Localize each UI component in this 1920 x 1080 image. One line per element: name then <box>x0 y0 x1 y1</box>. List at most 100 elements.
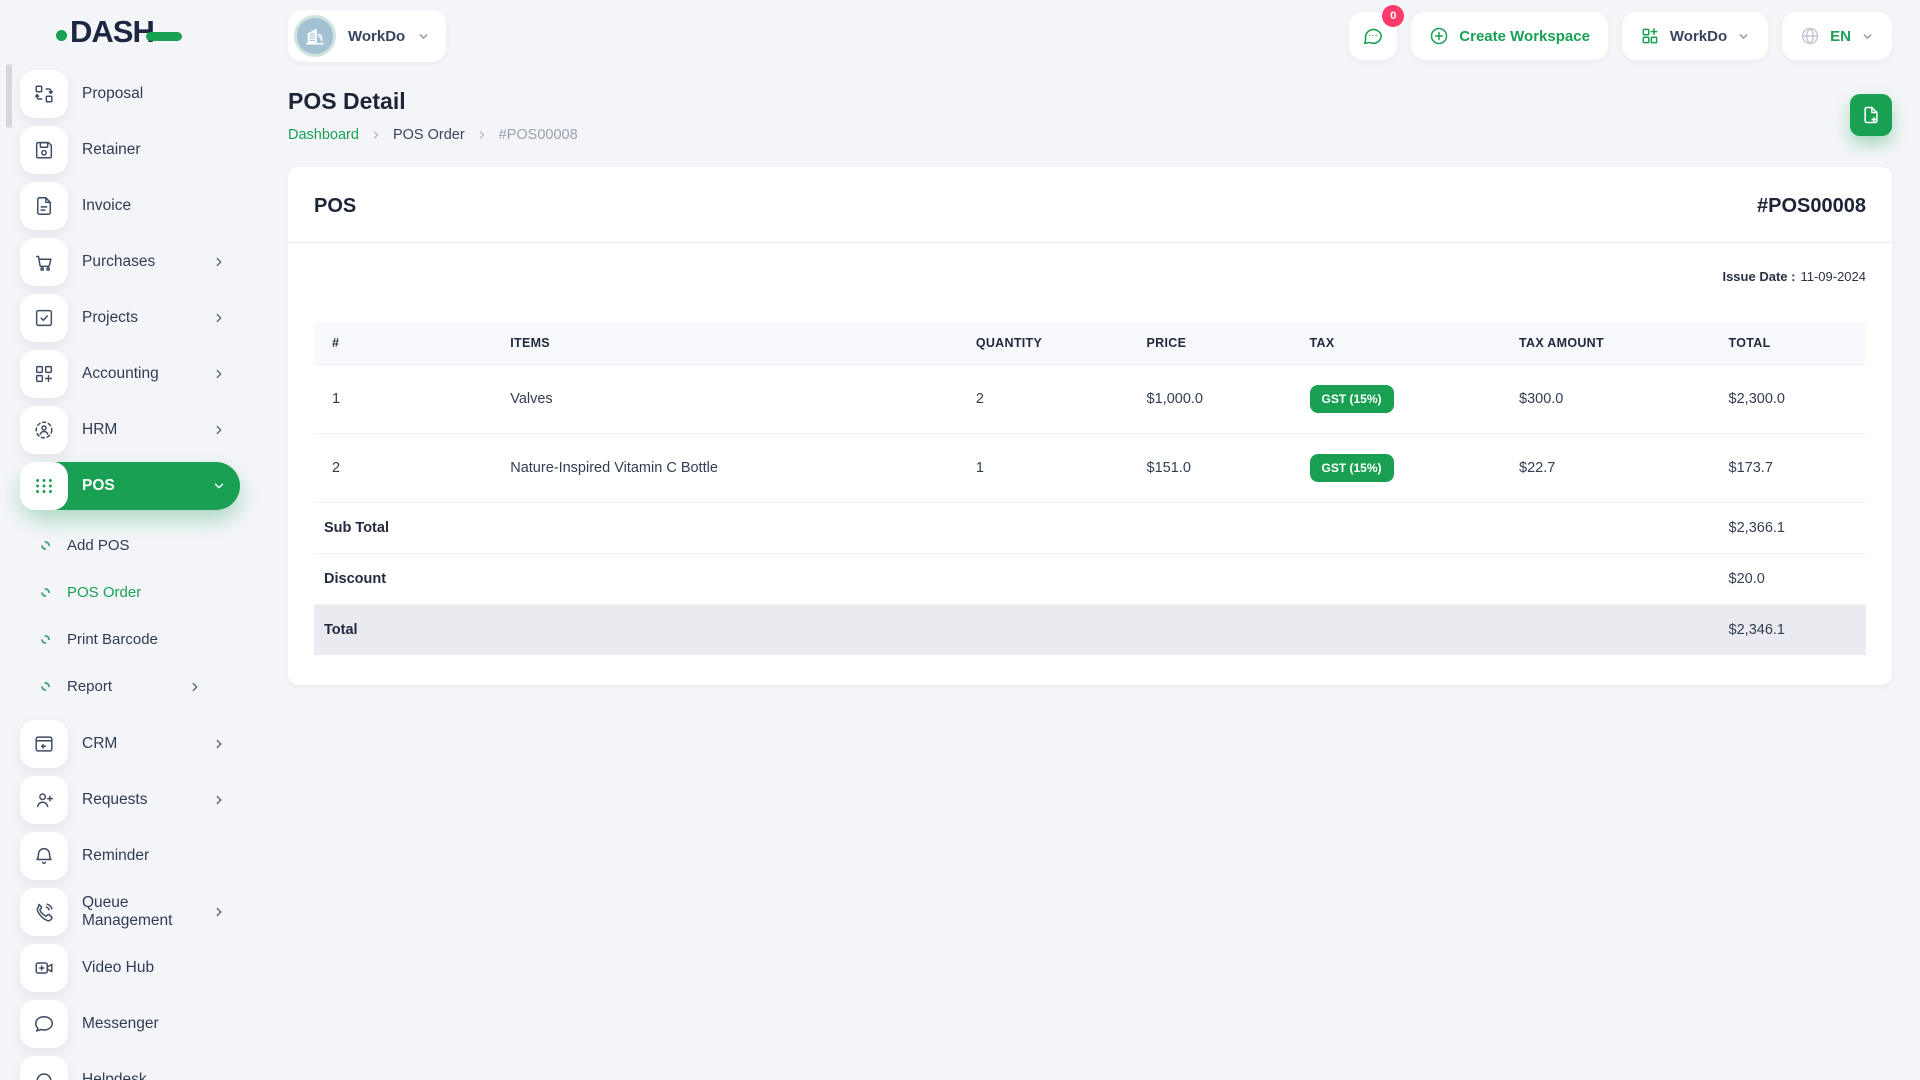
item-num: 2 <box>314 433 501 503</box>
sidebar-item-label: Purchases <box>82 253 156 270</box>
account-menu-button[interactable]: WorkDo <box>1621 12 1769 60</box>
sidebar-item-label: Messenger <box>82 1015 159 1032</box>
sidebar-item-purchases[interactable]: Purchases <box>20 238 240 286</box>
video-hub-icon <box>20 944 68 992</box>
sidebar-item-retainer[interactable]: Retainer <box>20 126 240 174</box>
item-price: $1,000.0 <box>1136 364 1300 434</box>
reminder-icon <box>20 832 68 880</box>
queue-management-icon <box>20 888 68 936</box>
sidebar: DASH Proposal Retainer Invoice Purchases Pro… <box>0 0 260 1080</box>
column-header-tax: TAX <box>1299 321 1510 365</box>
pos-icon <box>20 462 68 510</box>
sidebar-item-label: Invoice <box>82 197 132 214</box>
requests-icon <box>20 776 68 824</box>
workspace-name: WorkDo <box>348 27 406 45</box>
items-table: # ITEMS QUANTITY PRICE TAX TAX AMOUNT TOTAL 1V… <box>314 321 1866 655</box>
sidebar-subitem-pos-order[interactable]: POS Order <box>20 569 240 616</box>
item-total: $2,300.0 <box>1718 364 1866 434</box>
proposal-icon <box>20 70 68 118</box>
item-num: 1 <box>314 364 501 434</box>
sidebar-item-requests[interactable]: Requests <box>20 776 240 824</box>
chevron-right-icon <box>212 367 226 381</box>
sidebar-item-label: Requests <box>82 791 148 808</box>
breadcrumb-pos-order: POS Order <box>392 126 465 143</box>
sidebar-item-messenger[interactable]: Messenger <box>20 1000 240 1048</box>
create-document-button[interactable] <box>1850 94 1892 136</box>
sidebar-item-queue-management[interactable]: Queue Management <box>20 888 240 936</box>
pos-number: #POS00008 <box>1757 194 1866 217</box>
sidebar-item-video-hub[interactable]: Video Hub <box>20 944 240 992</box>
item-price: $151.0 <box>1136 433 1300 503</box>
item-tax-amount: $22.7 <box>1509 433 1719 503</box>
summary-row-total: Total $2,346.1 <box>314 604 1866 655</box>
breadcrumb: Dashboard POS Order #POS00008 <box>288 127 578 143</box>
sidebar-item-pos[interactable]: POS <box>20 462 240 510</box>
item-tax-amount: $300.0 <box>1509 364 1719 434</box>
chevron-right-icon <box>212 255 226 269</box>
items-table-head: # ITEMS QUANTITY PRICE TAX TAX AMOUNT TOTAL <box>314 321 1866 365</box>
sidebar-item-label: Queue Management <box>82 894 173 929</box>
item-name: Valves <box>500 364 966 434</box>
workspace-switcher[interactable]: WorkDo <box>288 10 447 62</box>
issue-date: Issue Date : 11-09-2024 <box>288 243 1892 284</box>
sidebar-item-label: Accounting <box>82 365 159 382</box>
issue-date-value: 11-09-2024 <box>1800 268 1866 284</box>
sidebar-subitem-label: Report <box>67 678 113 695</box>
sidebar-item-label: Helpdesk <box>82 1071 147 1080</box>
item-tax: GST (15%) <box>1299 433 1510 503</box>
create-workspace-button[interactable]: Create Workspace <box>1411 12 1608 60</box>
sidebar-item-reminder[interactable]: Reminder <box>20 832 240 880</box>
column-header-price: PRICE <box>1136 321 1300 365</box>
summary-value: $2,346.1 <box>1728 621 1785 638</box>
sidebar-subitem-add-pos[interactable]: Add POS <box>20 522 240 569</box>
sidebar-item-label: Projects <box>82 309 138 326</box>
items-table-body: 1 Valves 2 $1,000.0 GST (15%) $300.0 $2,300.0 2… <box>314 364 1866 655</box>
chat-icon <box>1364 28 1383 45</box>
column-header-tax-amount: TAX AMOUNT <box>1509 321 1719 365</box>
sidebar-subitem-report[interactable]: Report <box>20 663 240 710</box>
workspace-avatar <box>294 15 336 57</box>
chevron-down-icon <box>1861 30 1874 43</box>
sidebar-item-hrm[interactable]: HRM <box>20 406 240 454</box>
app-root: DASH Proposal Retainer Invoice Purchases Pro… <box>0 0 1920 1080</box>
sidebar-item-projects[interactable]: Projects <box>20 294 240 342</box>
topbar: WorkDo 0 Create Workspace WorkDo EN <box>288 0 1892 72</box>
sidebar-item-proposal[interactable]: Proposal <box>20 70 240 118</box>
item-quantity: 1 <box>965 433 1137 503</box>
item-tax: GST (15%) <box>1299 364 1510 434</box>
brand-logo[interactable]: DASH <box>0 0 260 64</box>
sidebar-subitem-print-barcode[interactable]: Print Barcode <box>20 616 240 663</box>
sidebar-item-label: POS <box>82 477 115 494</box>
sidebar-scrollbar[interactable] <box>6 64 12 128</box>
language-selector[interactable]: EN <box>1782 12 1892 60</box>
item-total: $173.7 <box>1718 433 1866 503</box>
tax-badge: GST (15%) <box>1309 453 1394 482</box>
item-name: Nature-Inspired Vitamin C Bottle <box>500 433 966 503</box>
sidebar-item-accounting[interactable]: Accounting <box>20 350 240 398</box>
item-row: 2 Nature-Inspired Vitamin C Bottle 1 $151.0… <box>314 433 1866 503</box>
item-row: 1 Valves 2 $1,000.0 GST (15%) $300.0 $2,300.0 <box>314 364 1866 434</box>
sidebar-item-crm[interactable]: CRM <box>20 720 240 768</box>
column-header-quantity: QUANTITY <box>965 321 1137 365</box>
breadcrumb-current: #POS00008 <box>498 126 578 143</box>
breadcrumb-dashboard-link[interactable]: Dashboard <box>288 127 359 143</box>
items-table-wrap: # ITEMS QUANTITY PRICE TAX TAX AMOUNT TOTAL 1V… <box>288 284 1892 685</box>
tax-badge: GST (15%) <box>1309 384 1394 413</box>
sidebar-item-label: Reminder <box>82 847 150 864</box>
chevron-right-icon <box>212 423 226 437</box>
page-header: POS Detail Dashboard POS Order #POS00008 <box>288 88 1892 143</box>
sidebar-item-helpdesk[interactable]: Helpdesk <box>20 1056 240 1080</box>
bullet-icon <box>41 541 50 550</box>
projects-icon <box>20 294 68 342</box>
page-title: POS Detail <box>288 88 406 114</box>
messenger-icon <box>20 1000 68 1048</box>
sidebar-subitem-label: Add POS <box>67 537 130 554</box>
pos-detail-card: POS #POS00008 Issue Date : 11-09-2024 # I… <box>288 166 1892 685</box>
sidebar-item-label: Proposal <box>82 85 144 102</box>
chevron-right-icon <box>212 311 226 325</box>
grid-plus-icon <box>1642 28 1658 44</box>
hrm-icon <box>20 406 68 454</box>
card-title: POS <box>314 194 357 217</box>
sidebar-item-invoice[interactable]: Invoice <box>20 182 240 230</box>
messages-button[interactable]: 0 <box>1349 5 1405 60</box>
